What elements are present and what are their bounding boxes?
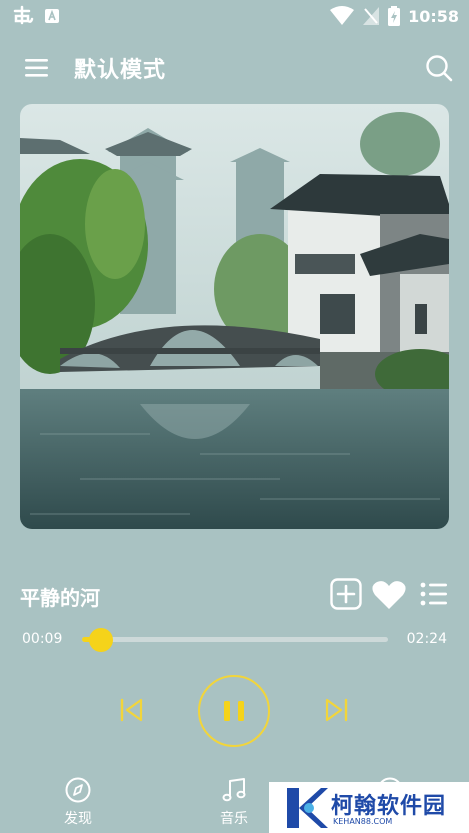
nav-label-music: 音乐 <box>220 811 248 827</box>
watermark: 柯翰软件园 KEHAN88.COM <box>269 782 469 833</box>
progress-bar[interactable] <box>82 628 388 652</box>
album-cover <box>20 104 449 529</box>
music-note-icon <box>222 778 246 802</box>
current-time: 00:09 <box>22 631 63 647</box>
hamburger-menu-icon[interactable] <box>24 58 50 78</box>
pause-button[interactable] <box>198 675 270 747</box>
nav-item-discover[interactable]: 发现 <box>38 776 118 828</box>
heart-icon[interactable] <box>372 580 406 610</box>
progress-thumb[interactable] <box>89 628 114 652</box>
next-icon <box>325 698 348 722</box>
nav-label-discover: 发现 <box>64 811 92 827</box>
watermark-brand: 柯翰软件园 <box>331 794 447 819</box>
top-bar: 默认模式 <box>0 46 469 90</box>
status-right: 10:58 <box>330 6 459 26</box>
font-icon <box>45 9 59 23</box>
duration-time: 02:24 <box>406 631 447 647</box>
watermark-logo-icon <box>287 788 328 828</box>
playlist-icon[interactable] <box>420 580 448 608</box>
watermark-url: KEHAN88.COM <box>333 817 393 826</box>
previous-button[interactable] <box>118 696 146 724</box>
app-notification-icon <box>13 5 34 25</box>
previous-icon <box>120 698 143 722</box>
battery-charging-icon <box>388 6 401 26</box>
compass-icon <box>65 777 91 803</box>
add-to-playlist-icon[interactable] <box>330 578 362 610</box>
nav-item-music[interactable]: 音乐 <box>194 776 274 828</box>
status-time: 10:58 <box>408 6 459 26</box>
no-signal-icon <box>363 7 380 25</box>
status-bar: 10:58 <box>0 0 469 34</box>
wifi-icon <box>330 6 355 25</box>
next-button[interactable] <box>322 696 350 724</box>
search-icon[interactable] <box>425 54 453 82</box>
song-title: 平静的河 <box>20 586 100 610</box>
page-title: 默认模式 <box>74 58 167 83</box>
status-left <box>12 5 60 27</box>
pause-icon <box>224 701 244 721</box>
